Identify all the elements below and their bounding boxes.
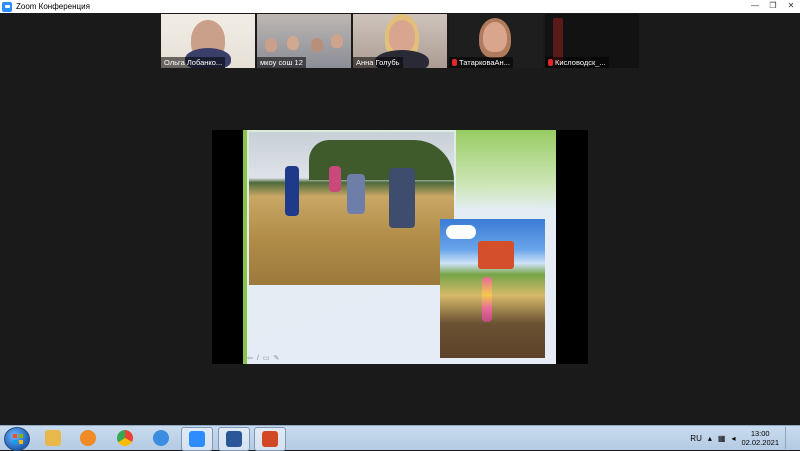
pen-icon[interactable]: / xyxy=(257,355,259,362)
window-titlebar: Zoom Конференция — ❐ ✕ xyxy=(0,0,800,14)
participant-name-label: Кисловодск_... xyxy=(545,57,609,68)
participant-name: Ольга Лобанко... xyxy=(164,58,223,67)
participant-name-label: ТатарковаАн... xyxy=(449,57,513,68)
photo-child xyxy=(482,277,492,322)
participant-video xyxy=(287,36,299,50)
language-indicator[interactable]: RU xyxy=(690,434,702,443)
slide-accent-bar xyxy=(243,130,247,364)
shared-screen: ⇦ / ▭ ✎ xyxy=(212,130,588,364)
show-desktop-button[interactable] xyxy=(785,427,792,449)
window-controls: — ❐ ✕ xyxy=(748,1,798,11)
taskbar: RU ▴ ▦ ◂ 13:00 02.02.2021 xyxy=(0,425,800,451)
taskbar-ie[interactable] xyxy=(146,427,176,449)
taskbar-explorer[interactable] xyxy=(38,427,68,449)
participant-video xyxy=(311,38,323,52)
network-icon[interactable]: ▦ xyxy=(718,434,726,443)
slide-decoration xyxy=(456,130,556,210)
presentation-slide: ⇦ / ▭ ✎ xyxy=(243,130,556,364)
explorer-icon xyxy=(45,430,61,446)
start-button[interactable] xyxy=(4,427,30,451)
participant-video-face xyxy=(389,20,415,52)
window-title: Zoom Конференция xyxy=(16,2,90,11)
zoom-icon xyxy=(189,431,205,447)
chrome-icon xyxy=(117,430,133,446)
system-tray: RU ▴ ▦ ◂ 13:00 02.02.2021 xyxy=(690,426,800,450)
clock-time: 13:00 xyxy=(750,429,770,438)
participant-tile[interactable]: мкоу сош 12 xyxy=(257,14,351,68)
photo-person xyxy=(389,168,415,228)
participant-name: ТатарковаАн... xyxy=(459,58,510,67)
taskbar-zoom[interactable] xyxy=(181,427,213,451)
windows-logo-icon xyxy=(13,434,23,444)
participant-tile[interactable]: Кисловодск_... xyxy=(545,14,639,68)
meeting-area: Ольга Лобанко... мкоу сош 12 Анна Голубь… xyxy=(0,13,800,425)
participant-name-label: мкоу сош 12 xyxy=(257,57,306,68)
participant-video xyxy=(265,38,277,52)
participant-name-label: Ольга Лобанко... xyxy=(161,57,226,68)
mic-muted-icon xyxy=(452,59,457,66)
photo-cloud xyxy=(446,225,476,239)
volume-icon[interactable]: ◂ xyxy=(731,434,735,443)
participant-video xyxy=(331,34,343,48)
tray-expand-icon[interactable]: ▴ xyxy=(708,434,712,443)
taskbar-word[interactable] xyxy=(218,427,250,451)
photo-combine xyxy=(478,241,514,269)
clock-date: 02.02.2021 xyxy=(741,438,779,447)
participant-name: Кисловодск_... xyxy=(555,58,606,67)
word-icon xyxy=(226,431,242,447)
minimize-button[interactable]: — xyxy=(748,1,762,11)
clock[interactable]: 13:00 02.02.2021 xyxy=(741,429,779,447)
annotate-icon[interactable]: ✎ xyxy=(273,354,279,362)
participant-name: мкоу сош 12 xyxy=(260,58,303,67)
participant-tile[interactable]: Ольга Лобанко... xyxy=(161,14,255,68)
slide-toolbar: ⇦ / ▭ ✎ xyxy=(247,354,279,363)
slide-photo-field-group xyxy=(249,132,454,285)
photo-person xyxy=(329,166,341,192)
slide-menu-icon[interactable]: ▭ xyxy=(263,354,270,362)
media-player-icon xyxy=(80,430,96,446)
photo-person xyxy=(285,166,299,216)
mic-muted-icon xyxy=(548,59,553,66)
participant-name: Анна Голубь xyxy=(356,58,400,67)
participant-tile[interactable]: Анна Голубь xyxy=(353,14,447,68)
participant-name-label: Анна Голубь xyxy=(353,57,403,68)
previous-slide-icon[interactable]: ⇦ xyxy=(247,354,253,362)
taskbar-media-player[interactable] xyxy=(73,427,103,449)
participant-video-face xyxy=(483,22,507,52)
maximize-button[interactable]: ❐ xyxy=(766,1,780,11)
slide-photo-combine-child xyxy=(440,219,545,358)
photo-person xyxy=(347,174,365,214)
taskbar-powerpoint[interactable] xyxy=(254,427,286,451)
close-button[interactable]: ✕ xyxy=(784,1,798,11)
zoom-app-icon xyxy=(2,1,12,12)
participant-strip: Ольга Лобанко... мкоу сош 12 Анна Голубь… xyxy=(161,14,639,68)
taskbar-chrome[interactable] xyxy=(110,427,140,449)
ie-icon xyxy=(153,430,169,446)
participant-tile[interactable]: ТатарковаАн... xyxy=(449,14,543,68)
powerpoint-icon xyxy=(262,431,278,447)
